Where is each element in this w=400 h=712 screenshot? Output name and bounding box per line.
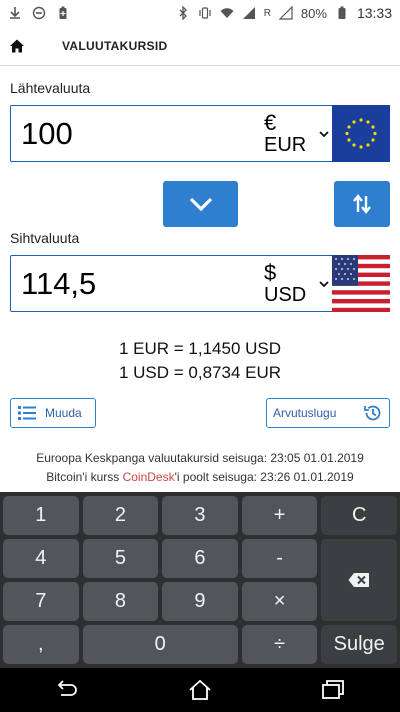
key-3[interactable]: 3 (162, 496, 238, 535)
bitcoin-note-prefix: Bitcoin'i kurss (46, 470, 123, 484)
bitcoin-rates-note: Bitcoin'i kurss CoinDesk'i poolt seisuga… (0, 470, 400, 484)
key-9[interactable]: 9 (162, 582, 238, 621)
key-7[interactable]: 7 (3, 582, 79, 621)
clock: 13:33 (356, 5, 392, 21)
key-5[interactable]: 5 (82, 539, 159, 578)
source-amount-value[interactable]: 100 (11, 116, 262, 152)
no-signal-icon (278, 6, 293, 20)
status-left-icons (8, 6, 70, 20)
recent-apps-icon[interactable] (320, 677, 346, 703)
target-amount-value[interactable]: 114,5 (11, 266, 262, 302)
key-clear[interactable]: C (321, 496, 397, 535)
key-minus[interactable]: - (241, 539, 318, 578)
chevron-down-icon (318, 128, 330, 140)
eu-flag-icon[interactable] (332, 105, 390, 162)
battery-icon (335, 6, 349, 20)
history-icon (364, 405, 381, 421)
back-icon[interactable] (54, 677, 80, 703)
key-backspace[interactable] (321, 539, 397, 621)
history-button-label: Arvutuslugu (273, 406, 337, 420)
list-icon (18, 406, 36, 420)
status-bar: R 80% 13:33 (0, 0, 400, 26)
swap-vertical-icon (353, 194, 371, 214)
key-2[interactable]: 2 (82, 496, 159, 535)
bitcoin-note-suffix: 'i poolt seisuga: 23:26 01.01.2019 (174, 470, 354, 484)
download-icon (8, 6, 22, 20)
page-title: VALUUTAKURSID (62, 38, 168, 53)
expand-button[interactable] (163, 181, 238, 227)
status-right-icons: R 80% 13:33 (176, 5, 392, 21)
numeric-keypad: 1 2 3 + C 4 5 6 - 7 8 9 × , 0 ÷ Sulge (0, 492, 400, 668)
swap-currencies-button[interactable] (334, 181, 390, 227)
bluetooth-icon (176, 6, 190, 20)
target-currency-label: Sihtvaluuta (10, 230, 80, 246)
key-close[interactable]: Sulge (321, 625, 397, 664)
chevron-down-icon (189, 197, 212, 212)
battery-percent: 80% (300, 5, 327, 21)
key-comma[interactable]: , (3, 625, 79, 664)
home-nav-icon[interactable] (187, 677, 213, 703)
source-currency-selector[interactable]: € EUR (262, 106, 332, 161)
signal-icon (242, 6, 256, 20)
home-button[interactable] (0, 26, 34, 66)
key-8[interactable]: 8 (82, 582, 159, 621)
more-button-label: Muuda (45, 406, 82, 420)
history-button[interactable]: Arvutuslugu (266, 398, 390, 428)
key-0[interactable]: 0 (82, 625, 238, 664)
wifi-icon (220, 6, 234, 20)
source-currency-label: Lähtevaluuta (10, 80, 91, 96)
target-amount-box[interactable]: 114,5 $ USD (10, 255, 390, 312)
rate-line-eur-usd: 1 EUR = 1,1450 USD (118, 339, 282, 358)
key-6[interactable]: 6 (162, 539, 238, 578)
chevron-down-icon (318, 278, 330, 290)
key-1[interactable]: 1 (3, 496, 79, 535)
backspace-icon (348, 573, 370, 587)
rate-line-usd-eur: 1 USD = 0,8734 EUR (118, 363, 282, 382)
sync-icon (32, 6, 46, 20)
vibrate-icon (198, 6, 212, 20)
target-currency-selector[interactable]: $ USD (262, 256, 332, 311)
battery-plus-icon (56, 6, 70, 20)
source-amount-box[interactable]: 100 € EUR (10, 105, 390, 162)
us-flag-icon[interactable] (332, 255, 390, 312)
ecb-rates-note: Euroopa Keskpanga valuutakursid seisuga:… (36, 451, 364, 465)
key-divide[interactable]: ÷ (241, 625, 318, 664)
key-times[interactable]: × (241, 582, 318, 621)
key-plus[interactable]: + (241, 496, 318, 535)
signal-roaming-indicator: R (263, 7, 271, 19)
more-button[interactable]: Muuda (10, 398, 96, 428)
app-header: VALUUTAKURSID (0, 26, 400, 66)
coindesk-link[interactable]: CoinDesk (123, 470, 175, 484)
home-icon (10, 39, 24, 52)
system-navigation-bar (0, 668, 400, 712)
key-4[interactable]: 4 (3, 539, 79, 578)
